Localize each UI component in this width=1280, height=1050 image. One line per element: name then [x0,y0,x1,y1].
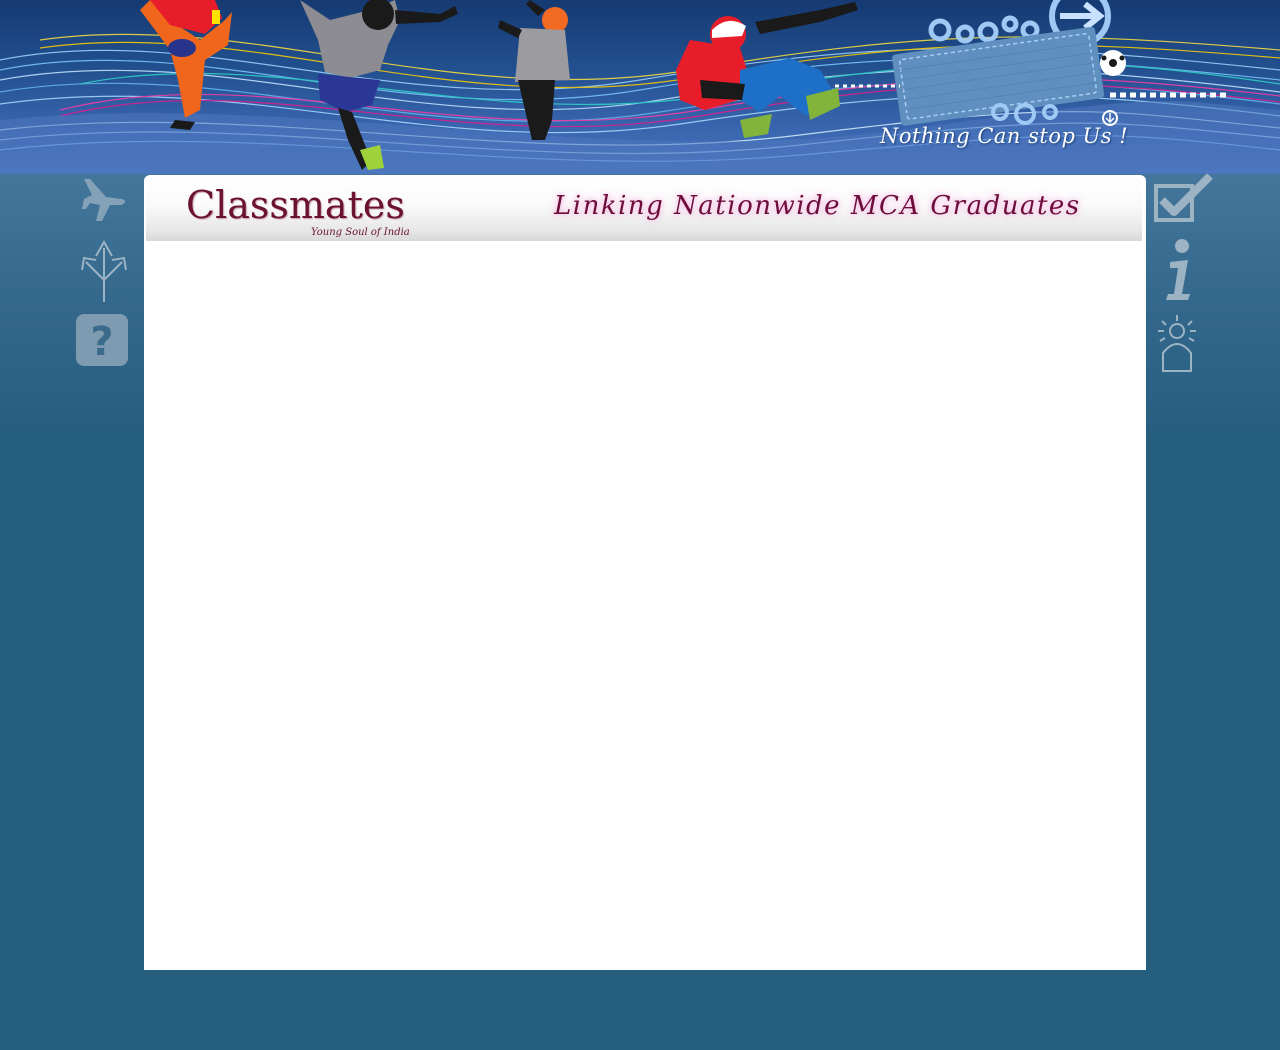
top-banner: Nothing Can stop Us ! [0,0,1280,174]
fork-arrows-icon[interactable] [78,240,130,304]
content-area [144,241,1146,970]
person-spotlight-icon[interactable] [1154,313,1200,375]
banner-tagline: Nothing Can stop Us ! [880,124,1129,148]
info-icon[interactable] [1160,238,1200,302]
panel-header: Classmates Young Soul of India Linking N… [146,177,1142,241]
site-logo-subtitle: Young Soul of India [311,227,410,238]
content-panel: Classmates Young Soul of India Linking N… [144,175,1146,970]
checkbox-icon[interactable] [1154,174,1214,224]
svg-text:?: ? [90,319,113,365]
header-slogan: Linking Nationwide MCA Graduates [554,191,1081,221]
help-question-icon[interactable]: ? [75,313,129,367]
airplane-icon[interactable] [80,175,130,225]
site-logo-title[interactable]: Classmates [186,183,405,227]
